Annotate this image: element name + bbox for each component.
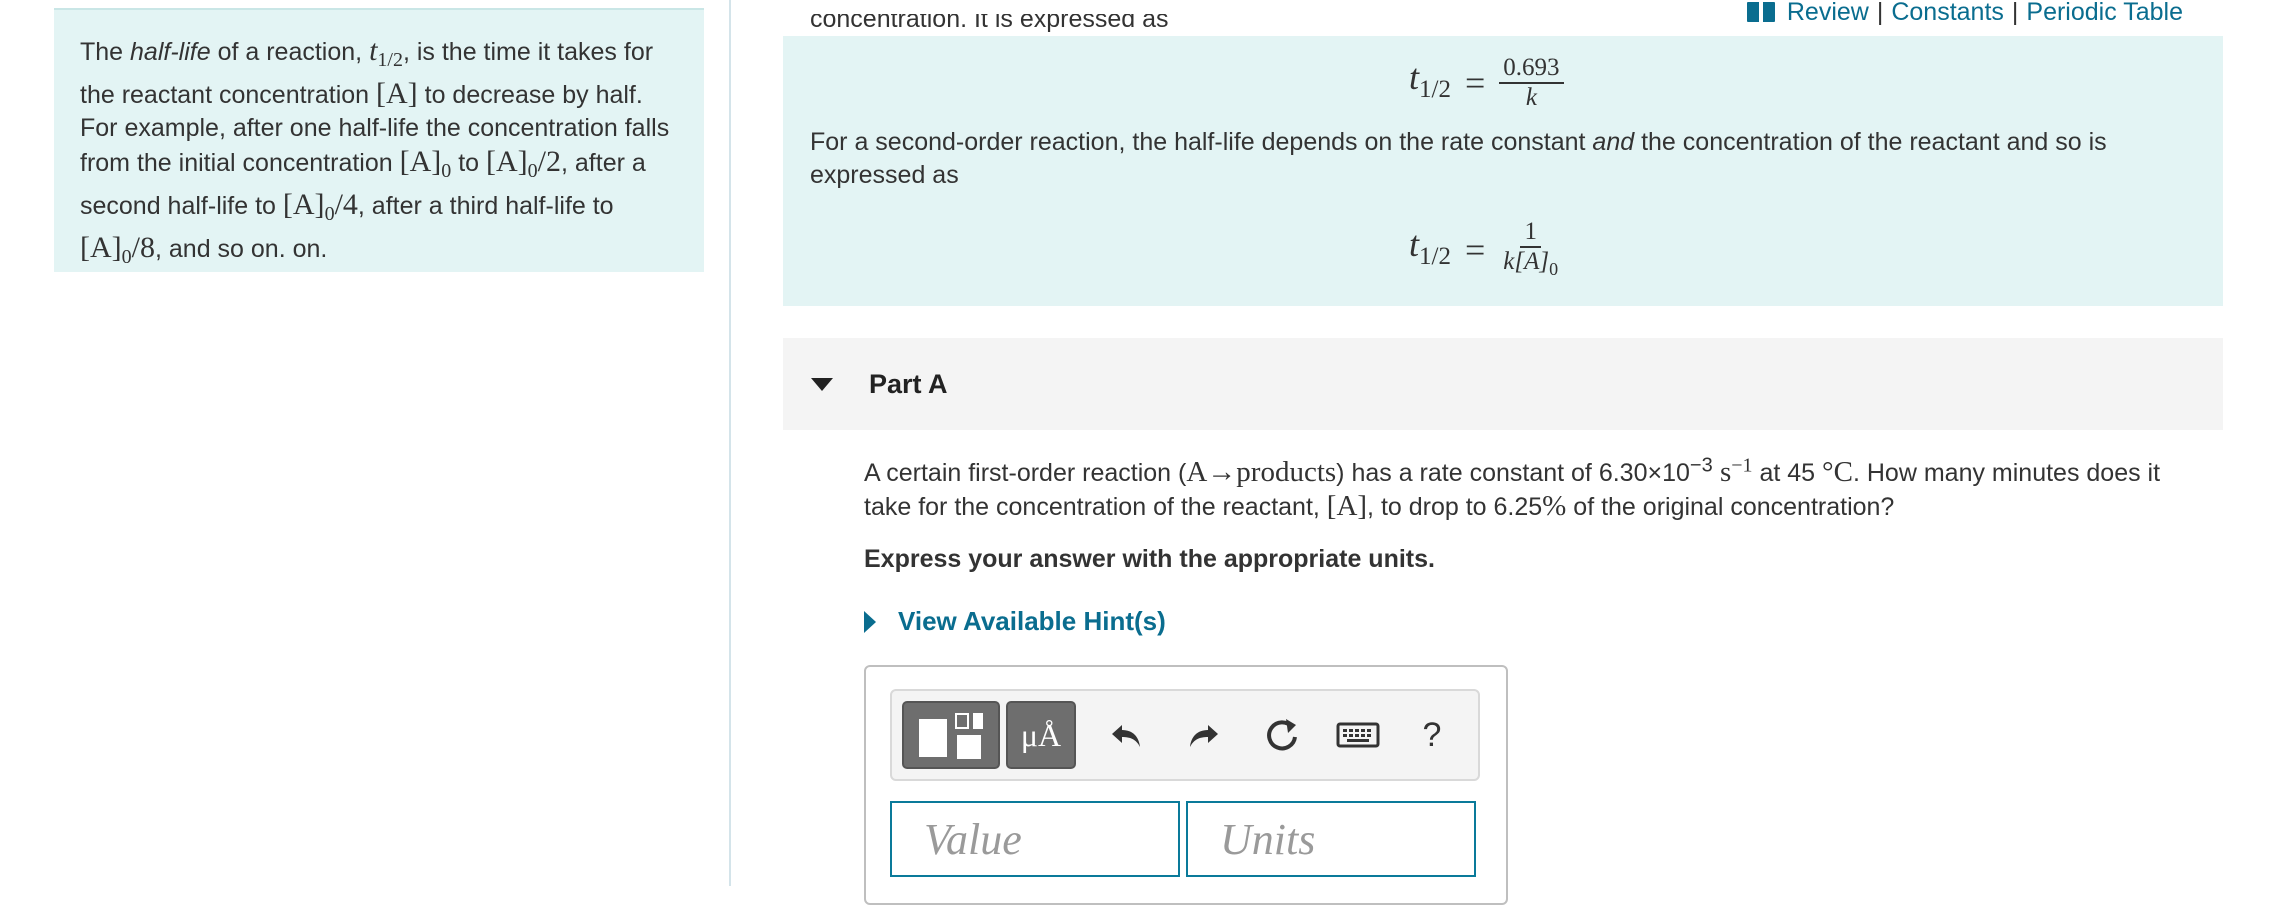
book-icon: [1746, 2, 1775, 22]
info-panel: concentration. It is expressed as t1/2 =…: [783, 14, 2223, 306]
collapse-triangle-icon[interactable]: [811, 377, 833, 391]
question-text: A certain first-order reaction (A→produc…: [864, 454, 2161, 522]
undo-icon: [1112, 725, 1140, 747]
intro-panel: The half-life of a reaction, t1/2, is th…: [54, 8, 704, 272]
second-order-description: For a second-order reaction, the half-li…: [810, 128, 2107, 189]
keyboard-button[interactable]: [1334, 701, 1382, 769]
value-field[interactable]: [890, 801, 1180, 877]
part-a-header[interactable]: Part A: [783, 338, 2223, 430]
truncated-text: concentration. It is expressed as: [810, 14, 1169, 33]
reset-button[interactable]: [1262, 701, 1302, 769]
link-separator: |: [2011, 0, 2019, 26]
periodic-table-link[interactable]: Periodic Table: [2026, 0, 2183, 27]
expand-triangle-icon: [864, 610, 876, 633]
review-link[interactable]: Review: [1787, 0, 1869, 27]
part-a-title: Part A: [869, 368, 948, 399]
answer-box: μÅ ?: [864, 665, 1508, 905]
link-separator: |: [1876, 0, 1884, 26]
math-toolbar: μÅ ?: [890, 689, 1480, 781]
units-input[interactable]: [1188, 803, 1474, 875]
first-order-half-life-equation: t1/2 = 0.693 k: [1409, 54, 1564, 112]
units-field[interactable]: [1186, 801, 1476, 877]
redo-icon: [1190, 725, 1218, 747]
undo-button[interactable]: [1106, 701, 1146, 769]
second-order-half-life-equation: t1/2 = 1 k[A]0: [1409, 218, 1559, 279]
view-hints-link[interactable]: View Available Hint(s): [864, 606, 1166, 637]
reset-icon: [1267, 719, 1297, 751]
answer-instruction: Express your answer with the appropriate…: [864, 545, 1435, 573]
hint-label: View Available Hint(s): [898, 606, 1166, 636]
templates-button[interactable]: [902, 701, 1000, 769]
keyboard-icon: [1336, 722, 1380, 748]
constants-link[interactable]: Constants: [1891, 0, 2004, 27]
symbols-button[interactable]: μÅ: [1006, 701, 1076, 769]
value-input[interactable]: [892, 803, 1178, 875]
column-divider: [729, 0, 731, 886]
redo-button[interactable]: [1184, 701, 1224, 769]
templates-icon: [917, 709, 985, 761]
top-links: Review | Constants | Periodic Table: [1746, 0, 2183, 27]
intro-text: The half-life of a reaction, t1/2, is th…: [80, 34, 670, 268]
help-button[interactable]: ?: [1412, 701, 1452, 769]
